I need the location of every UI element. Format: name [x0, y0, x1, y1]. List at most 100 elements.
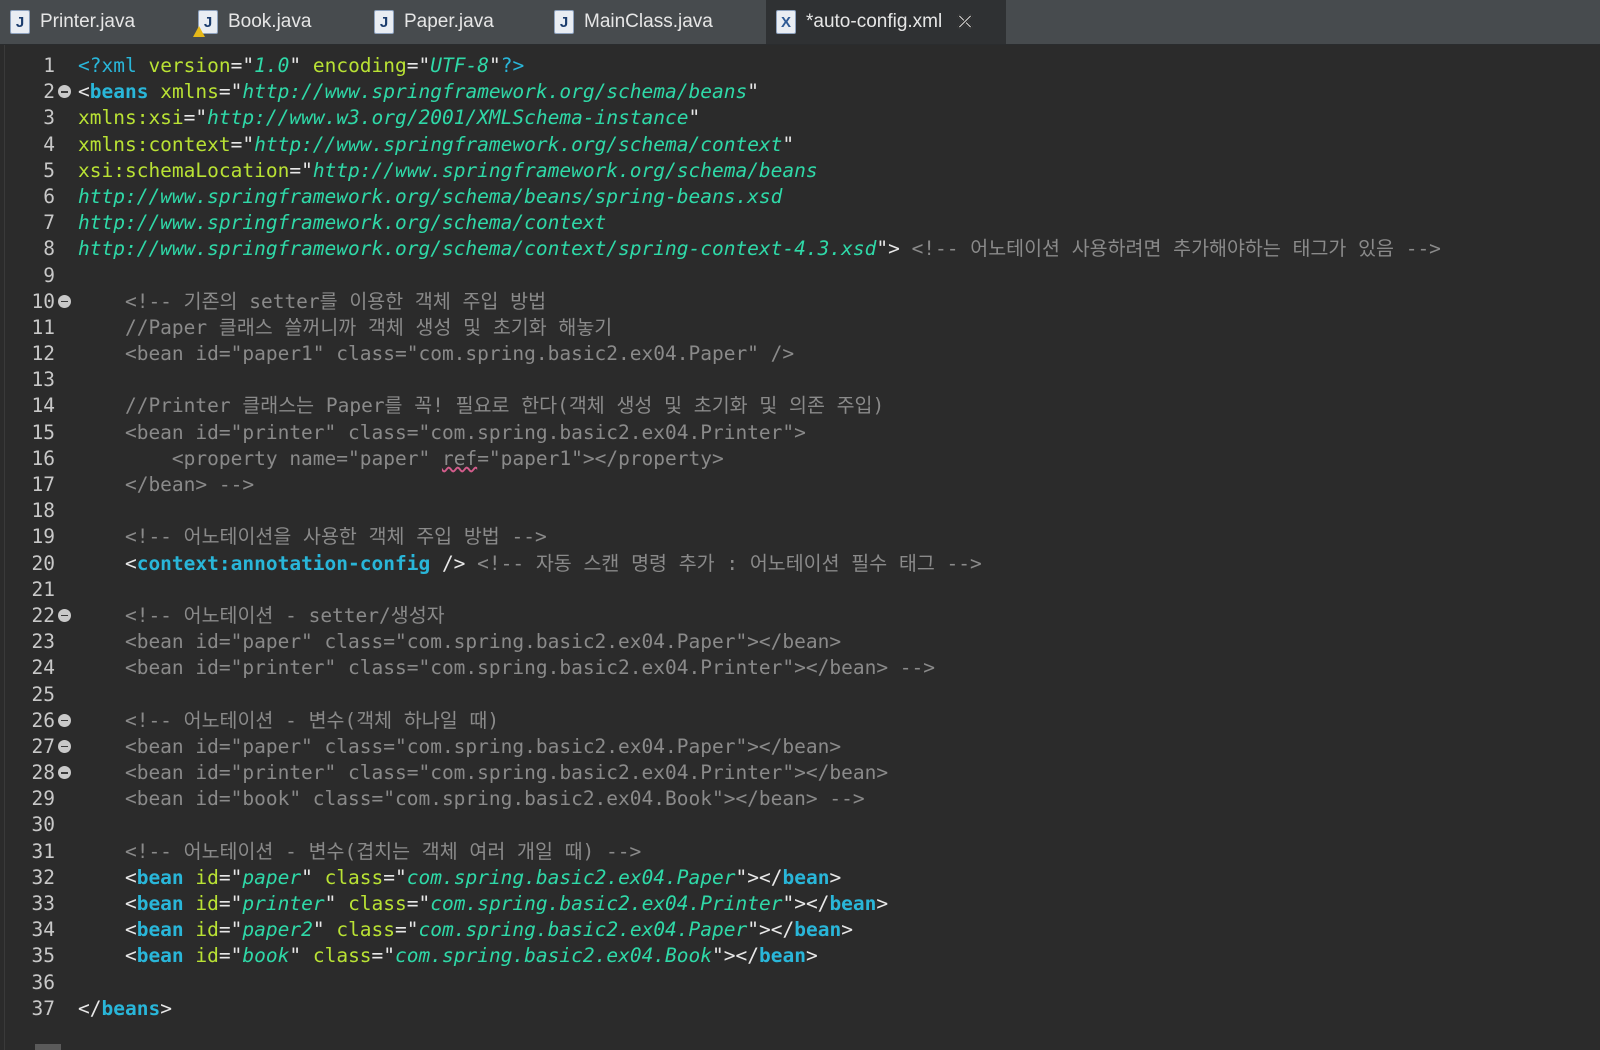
- line-number: 34: [31, 918, 55, 942]
- code-line[interactable]: 16 <property name="paper" ref="paper1"><…: [5, 446, 1600, 472]
- code-text: <!-- 어노테이션 - 변수(겹치는 객체 여러 개일 때) -->: [78, 839, 641, 865]
- line-number: 8: [43, 237, 55, 261]
- code-token: <!-- 어노테이션 - 변수(객체 하나일 때): [78, 708, 500, 732]
- xml-editor[interactable]: 1 <?xml version="1.0" encoding="UTF-8"?> 2…: [4, 45, 1600, 1050]
- code-line[interactable]: 24 <bean id="printer" class="com.spring.…: [5, 655, 1600, 681]
- code-line[interactable]: 23 <bean id="paper" class="com.spring.ba…: [5, 629, 1600, 655]
- code-line[interactable]: 22 <!-- 어노테이션 - setter/생성자: [5, 603, 1600, 629]
- code-text: </bean> -->: [78, 472, 254, 498]
- code-token: //Printer 클래스는 Paper를 꼭! 필요로 한다(객체 생성 및 …: [78, 394, 885, 418]
- code-text: xmlns:xsi="http://www.w3.org/2001/XMLSch…: [78, 105, 700, 131]
- code-token: version: [148, 54, 231, 77]
- code-line[interactable]: 12 <bean id="paper1" class="com.spring.b…: [5, 341, 1600, 367]
- code-token: ref: [441, 446, 478, 470]
- code-line[interactable]: 34 <bean id="paper2" class="com.spring.b…: [5, 917, 1600, 943]
- fold-collapse-icon[interactable]: [58, 766, 71, 780]
- fold-collapse-icon[interactable]: [58, 294, 71, 308]
- code-line[interactable]: 21: [5, 577, 1600, 603]
- line-number: 20: [31, 551, 55, 575]
- code-token: =": [218, 892, 243, 915]
- code-token: xmlns:context: [78, 132, 231, 156]
- code-token: >: [876, 892, 889, 915]
- code-line[interactable]: 15 <bean id="printer" class="com.spring.…: [5, 420, 1600, 446]
- code-token: xmlns: [160, 80, 219, 104]
- code-token: <!-- 어노테이션을 사용한 객체 주입 방법 -->: [78, 525, 547, 549]
- code-line[interactable]: 14 //Printer 클래스는 Paper를 꼭! 필요로 한다(객체 생성…: [5, 393, 1600, 419]
- code-token: =": [230, 132, 255, 156]
- fold-collapse-icon[interactable]: [58, 85, 71, 99]
- tab-mainclass-java[interactable]: J MainClass.java: [544, 0, 754, 44]
- fold-collapse-icon[interactable]: [58, 713, 71, 727]
- code-line[interactable]: 30: [5, 812, 1600, 838]
- code-token: ></: [759, 918, 795, 942]
- code-line[interactable]: 11 //Paper 클래스 쓸꺼니까 객체 생성 및 초기화 해놓기: [5, 315, 1600, 341]
- code-token: ="paper1"></property>: [477, 446, 724, 470]
- code-line[interactable]: 17 </bean> -->: [5, 472, 1600, 498]
- close-tab-icon[interactable]: [954, 11, 976, 33]
- code-line[interactable]: 20 <context:annotation-config /> <!-- 자동…: [5, 551, 1600, 577]
- code-line[interactable]: 5 xsi:schemaLocation="http://www.springfr…: [5, 158, 1600, 184]
- code-token: 1.0: [254, 54, 290, 77]
- code-token: =": [183, 106, 208, 130]
- code-line[interactable]: 3 xmlns:xsi="http://www.w3.org/2001/XMLSc…: [5, 105, 1600, 131]
- code-token: bean: [782, 865, 830, 889]
- code-token: http://www.springframework.org/schema/co…: [254, 132, 783, 156]
- code-token: ": [688, 106, 701, 130]
- code-token: <: [78, 80, 90, 104]
- code-line[interactable]: 26 <!-- 어노테이션 - 변수(객체 하나일 때): [5, 708, 1600, 734]
- java-file-icon: J: [374, 10, 394, 34]
- code-token: <!-- 어노테이션 - 변수(겹치는 객체 여러 개일 때) -->: [78, 839, 642, 863]
- code-token: =": [218, 80, 243, 104]
- code-token: ": [747, 80, 759, 104]
- code-text: <bean id="printer" class="com.spring.bas…: [78, 760, 888, 786]
- code-line[interactable]: 32 <bean id="paper" class="com.spring.ba…: [5, 865, 1600, 891]
- code-token: bean: [136, 944, 184, 968]
- line-number: 30: [31, 813, 55, 837]
- code-line[interactable]: 2 <beans xmlns="http://www.springframewor…: [5, 79, 1600, 105]
- code-line[interactable]: 37 </beans>: [5, 996, 1600, 1022]
- code-line[interactable]: 31 <!-- 어노테이션 - 변수(겹치는 객체 여러 개일 때) -->: [5, 839, 1600, 865]
- tab-paper-java[interactable]: J Paper.java: [364, 0, 539, 44]
- code-line[interactable]: 35 <bean id="book" class="com.spring.bas…: [5, 943, 1600, 969]
- code-line[interactable]: 7 http://www.springframework.org/schema/c…: [5, 210, 1600, 236]
- code-line[interactable]: 8 http://www.springframework.org/schema/c…: [5, 236, 1600, 262]
- code-line[interactable]: 19 <!-- 어노테이션을 사용한 객체 주입 방법 -->: [5, 524, 1600, 550]
- line-number: 18: [31, 499, 55, 523]
- line-number: 9: [43, 263, 55, 287]
- code-text: http://www.springframework.org/schema/co…: [78, 210, 606, 236]
- code-line[interactable]: 28 <bean id="printer" class="com.spring.…: [5, 760, 1600, 786]
- code-line[interactable]: 10 <!-- 기존의 setter를 이용한 객체 주입 방법: [5, 289, 1600, 315]
- code-line[interactable]: 27 <bean id="paper" class="com.spring.ba…: [5, 734, 1600, 760]
- code-line[interactable]: 33 <bean id="printer" class="com.spring.…: [5, 891, 1600, 917]
- tab-printer-java[interactable]: J Printer.java: [0, 0, 175, 44]
- code-token: ></: [723, 944, 759, 968]
- code-line[interactable]: 4 xmlns:context="http://www.springframewo…: [5, 132, 1600, 158]
- line-number: 32: [31, 865, 55, 889]
- code-token: <!-- 기존의 setter를 이용한 객체 주입 방법: [78, 289, 547, 313]
- tab-auto-config-xml[interactable]: X *auto-config.xml: [766, 0, 1006, 44]
- code-line[interactable]: 1 <?xml version="1.0" encoding="UTF-8"?>: [5, 53, 1600, 79]
- fold-collapse-icon[interactable]: [58, 608, 71, 622]
- code-token: book: [242, 944, 290, 968]
- tab-book-java[interactable]: J Book.java: [188, 0, 358, 44]
- line-number: 6: [43, 184, 55, 208]
- code-line[interactable]: 18: [5, 498, 1600, 524]
- code-line[interactable]: 36: [5, 970, 1600, 996]
- code-text: <bean id="book" class="com.spring.basic2…: [78, 786, 865, 812]
- code-line[interactable]: 13: [5, 367, 1600, 393]
- fold-collapse-icon[interactable]: [58, 739, 71, 753]
- code-text: <bean id="book" class="com.spring.basic2…: [78, 943, 818, 969]
- code-line[interactable]: 9: [5, 263, 1600, 289]
- code-line[interactable]: 25: [5, 682, 1600, 708]
- tab-label: MainClass.java: [584, 11, 713, 32]
- line-number: 31: [31, 839, 55, 863]
- code-token: ></: [747, 865, 783, 889]
- code-text: <beans xmlns="http://www.springframework…: [78, 79, 759, 105]
- code-token: class: [348, 892, 407, 915]
- code-line[interactable]: 29 <bean id="book" class="com.spring.bas…: [5, 786, 1600, 812]
- code-text: <!-- 어노테이션 - setter/생성자: [78, 603, 445, 629]
- code-line[interactable]: 6 http://www.springframework.org/schema/b…: [5, 184, 1600, 210]
- code-token: =": [383, 865, 407, 889]
- code-token: ": [712, 944, 724, 968]
